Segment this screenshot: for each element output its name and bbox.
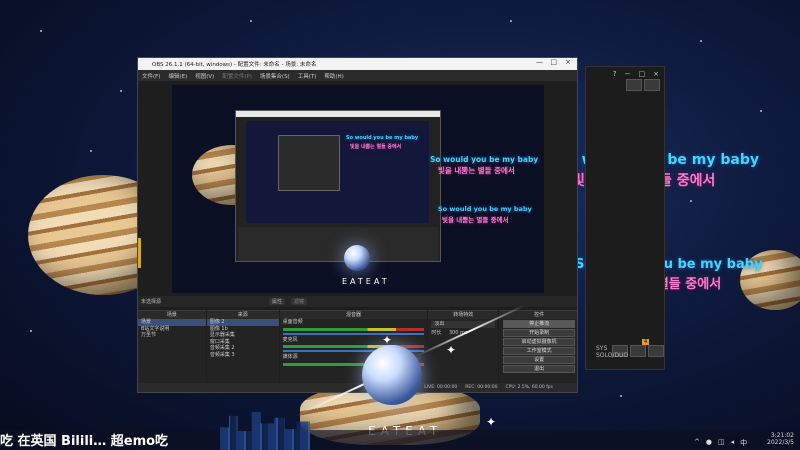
obs-minimize-button[interactable]: — bbox=[536, 58, 543, 66]
sparkle-icon: ✦ bbox=[382, 333, 393, 347]
preview-lyric2-en: So would you be my baby bbox=[438, 205, 532, 213]
sys-label: SYS SOLO/DUO bbox=[596, 345, 629, 359]
live-timer: LIVE: 00:00:00 bbox=[424, 385, 458, 390]
mixer-channel-label: 桌面音频 bbox=[282, 319, 303, 325]
rec-timer: REC: 00:00:00 bbox=[465, 385, 498, 390]
nested-preview: So would you be my baby 빛을 내뿜는 별들 중에서 bbox=[246, 121, 429, 223]
scenes-header: 场景 bbox=[138, 311, 206, 319]
microphone-icon[interactable]: ● bbox=[706, 438, 712, 448]
obs-docks: 场景 场景 B站文字说明 万圣节 + − ∧ ∨ 来源 图像 2 图像 1b 显… bbox=[138, 310, 577, 392]
overlay-mascot bbox=[362, 345, 422, 405]
source-item[interactable]: 音频采集 3 bbox=[207, 352, 279, 359]
preview-lyric2-ko: 빛을 내뿜는 별들 중에서 bbox=[442, 216, 509, 224]
obs-close-button[interactable]: × bbox=[565, 58, 571, 66]
star bbox=[620, 395, 622, 397]
sources-dock: 来源 图像 2 图像 1b 显示器采集 窗口采集 音频采集 2 音频采集 3 +… bbox=[206, 310, 279, 392]
side-panel: ? − □ × 4 SYS SOLO/DUO bbox=[585, 66, 665, 370]
scenes-dock: 场景 场景 B站文字说明 万圣节 + − ∧ ∨ bbox=[138, 310, 206, 392]
preview-resize-handle[interactable] bbox=[138, 238, 141, 268]
menu-file[interactable]: 文件(F) bbox=[142, 72, 160, 80]
star bbox=[250, 20, 252, 22]
no-source-label: 未选择源 bbox=[141, 299, 162, 305]
filters-button[interactable]: 滤镜 bbox=[291, 298, 308, 305]
exit-button[interactable]: 退出 bbox=[503, 365, 575, 373]
transitions-header: 转场特效 bbox=[428, 311, 499, 319]
mixer-channel-label: 麦克风 bbox=[282, 336, 298, 343]
menu-edit[interactable]: 编辑(E) bbox=[168, 72, 187, 80]
sparkle-icon: ✦ bbox=[446, 343, 457, 357]
star bbox=[30, 330, 32, 332]
start-recording-button[interactable]: 开始录制 bbox=[503, 329, 575, 337]
scene-item[interactable]: 万圣节 bbox=[138, 332, 206, 339]
danmaku-text: 吃 在英国 Bilili… 超emo吃 bbox=[0, 434, 169, 449]
panel-tool-button[interactable] bbox=[644, 79, 660, 91]
ime-icon[interactable]: 中 bbox=[740, 438, 747, 448]
cpu-status: CPU: 2.5%, 60.00 fps bbox=[505, 385, 554, 390]
nested-titlebar bbox=[236, 111, 440, 117]
more-button[interactable] bbox=[648, 345, 664, 357]
star bbox=[690, 200, 692, 202]
menu-tools[interactable]: 工具(T) bbox=[298, 72, 317, 80]
preview-lyric-ko: 빛을 내뿜는 별들 중에서 bbox=[438, 166, 515, 175]
volume-meter bbox=[282, 327, 425, 331]
menu-help[interactable]: 帮助(H) bbox=[324, 72, 343, 80]
source-toolbar: 未选择源 属性 滤镜 bbox=[138, 296, 577, 307]
sparkle-icon: ✦ bbox=[486, 415, 497, 429]
nested-obs-window: So would you be my baby 빛을 내뿜는 별들 중에서 bbox=[235, 110, 441, 262]
obs-window: OBS 26.1.1 (64-bit, windows) - 配置文件: 未命名… bbox=[137, 57, 578, 393]
nested-preview-inner bbox=[278, 135, 340, 191]
menu-profile[interactable]: 配置文件(P) bbox=[222, 72, 252, 80]
obs-maximize-button[interactable]: □ bbox=[550, 58, 557, 66]
city-skyline bbox=[220, 412, 310, 450]
preview-mascot bbox=[344, 245, 370, 271]
system-tray: ^ ● ◫ ◂ 中 bbox=[694, 438, 747, 448]
notification-badge: 4 bbox=[642, 339, 650, 345]
obs-titlebar: OBS 26.1.1 (64-bit, windows) - 配置文件: 未命名… bbox=[138, 58, 577, 70]
star bbox=[40, 30, 42, 32]
stop-streaming-button[interactable]: 停止推流 bbox=[503, 320, 575, 328]
properties-button[interactable]: 属性 bbox=[269, 298, 286, 305]
chevron-up-icon[interactable]: ^ bbox=[694, 438, 700, 448]
star bbox=[700, 40, 702, 42]
studio-mode-button[interactable]: 工作室模式 bbox=[503, 347, 575, 355]
star bbox=[90, 150, 92, 152]
clock-date: 2022/3/5 bbox=[767, 439, 794, 446]
controls-dock: 控件 停止推流 开始录制 启动虚拟摄像机 工作室模式 设置 退出 bbox=[499, 310, 577, 392]
maximize-button[interactable]: □ bbox=[639, 70, 646, 78]
help-button[interactable]: ? bbox=[613, 70, 617, 78]
menu-scene-collection[interactable]: 场景集合(S) bbox=[260, 72, 290, 80]
star bbox=[120, 90, 122, 92]
duration-label: 时长 bbox=[431, 329, 442, 336]
list-button[interactable] bbox=[630, 345, 646, 357]
nested-lyric-en: So would you be my baby bbox=[346, 135, 419, 141]
star bbox=[510, 20, 512, 22]
network-icon[interactable]: ◫ bbox=[718, 438, 725, 448]
obs-title: OBS 26.1.1 (64-bit, windows) - 配置文件: 未命名… bbox=[152, 62, 317, 68]
star bbox=[760, 110, 762, 112]
close-button[interactable]: × bbox=[653, 70, 659, 78]
start-virtual-camera-button[interactable]: 启动虚拟摄像机 bbox=[503, 338, 575, 346]
nested-lyric-ko: 빛을 내뿜는 별들 중에서 bbox=[350, 144, 402, 150]
volume-icon[interactable]: ◂ bbox=[731, 438, 735, 448]
volume-slider[interactable] bbox=[282, 332, 425, 335]
sources-header: 来源 bbox=[206, 311, 279, 319]
preview-lyric-en: So would you be my baby bbox=[430, 155, 539, 164]
clock[interactable]: 3:21:02 2022/3/5 bbox=[767, 432, 794, 446]
nested-docks bbox=[238, 227, 438, 261]
panel-tool-button[interactable] bbox=[626, 79, 642, 91]
mixer-header: 混音器 bbox=[279, 311, 428, 319]
minimize-button[interactable]: − bbox=[625, 70, 631, 78]
menu-view[interactable]: 视图(V) bbox=[195, 72, 214, 80]
obs-preview[interactable]: So would you be my baby 빛을 내뿜는 별들 중에서 So… bbox=[172, 85, 544, 293]
clock-time: 3:21:02 bbox=[770, 432, 794, 439]
settings-button[interactable]: 设置 bbox=[503, 356, 575, 364]
obs-menubar: 文件(F) 编辑(E) 视图(V) 配置文件(P) 场景集合(S) 工具(T) … bbox=[138, 70, 577, 81]
preview-eateat: EATEAT bbox=[342, 277, 390, 286]
